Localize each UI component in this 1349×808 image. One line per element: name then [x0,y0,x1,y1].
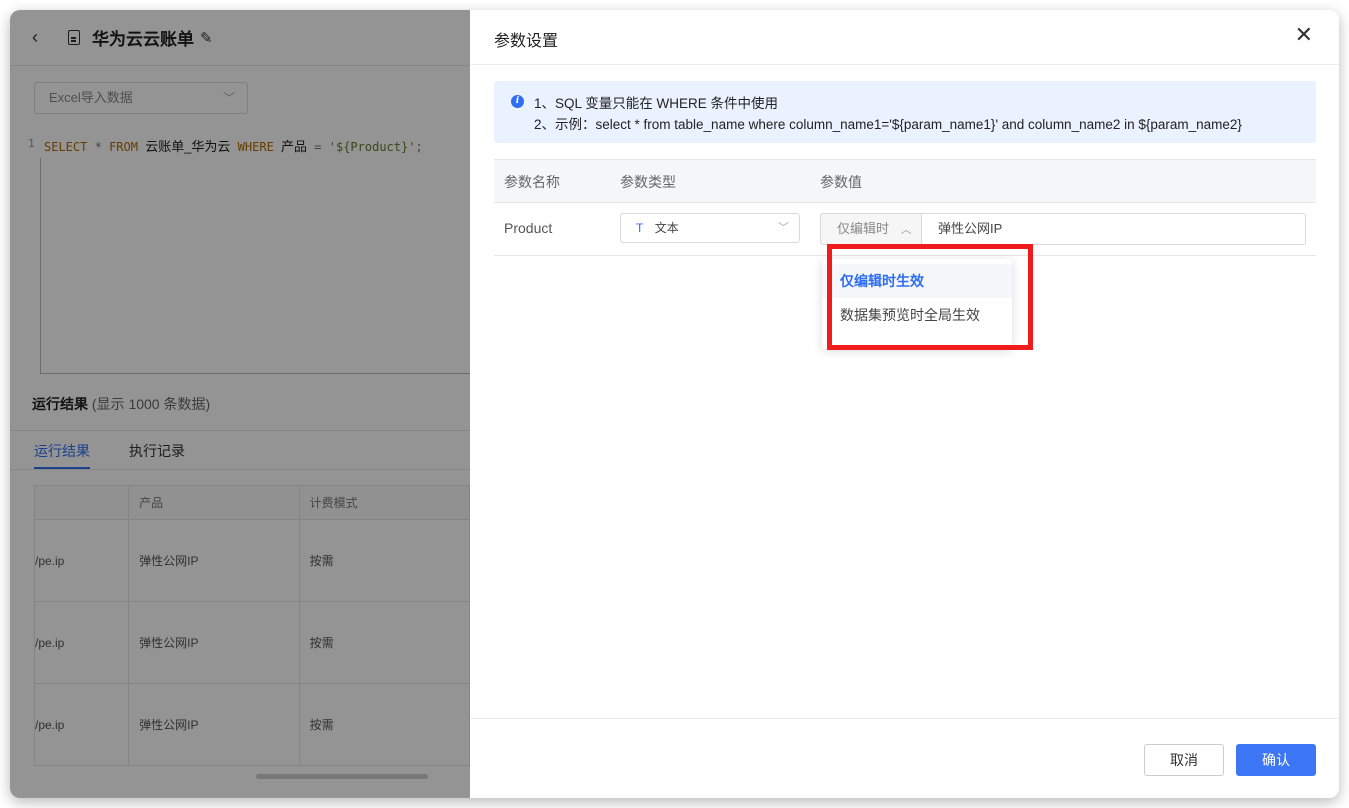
highlight-box [827,244,1033,350]
col-param-value: 参数值 [820,174,862,190]
param-value-input[interactable]: 弹性公网IP [921,213,1306,245]
confirm-button[interactable]: 确认 [1236,744,1316,776]
app-window: ‹ 华为云云账单 ✎ Excel导入数据 ﹀ 1 SELECT * FROM 云… [10,10,1339,798]
col-param-type: 参数类型 [620,174,676,190]
param-table-header: 参数名称 参数类型 参数值 [494,159,1316,203]
param-scope-value: 仅编辑时 [837,221,890,236]
col-param-name: 参数名称 [504,174,560,190]
info-notice: i 1、SQL 变量只能在 WHERE 条件中使用 2、示例：select * … [494,81,1316,143]
drawer-header: 参数设置 ✕ [470,10,1339,65]
param-type-value: 文本 [654,221,679,235]
param-table: 参数名称 参数类型 参数值 Product T 文本 ﹀ 仅编辑时 ︿ 弹性公网… [494,159,1316,256]
drawer-footer: 取消 确认 [470,718,1339,798]
param-type-select[interactable]: T 文本 ﹀ [620,213,800,243]
notice-line-2: 2、示例：select * from table_name where colu… [534,117,1242,132]
close-icon[interactable]: ✕ [1295,24,1313,46]
chevron-up-icon: ︿ [900,224,912,236]
chevron-down-icon: ﹀ [778,222,789,234]
notice-line-1: 1、SQL 变量只能在 WHERE 条件中使用 [534,96,779,111]
text-type-icon: T [636,221,644,235]
sql-dataset-page: ‹ 华为云云账单 ✎ Excel导入数据 ﹀ 1 SELECT * FROM 云… [10,10,471,798]
modal-backdrop[interactable] [10,10,470,798]
param-value-text: 弹性公网IP [938,221,1003,236]
drawer-title: 参数设置 [494,33,559,50]
param-scope-select[interactable]: 仅编辑时 ︿ [820,213,922,245]
param-name: Product [504,220,553,236]
cancel-button[interactable]: 取消 [1144,744,1224,776]
info-icon: i [511,95,524,108]
param-settings-drawer: 参数设置 ✕ i 1、SQL 变量只能在 WHERE 条件中使用 2、示例：se… [470,10,1339,798]
